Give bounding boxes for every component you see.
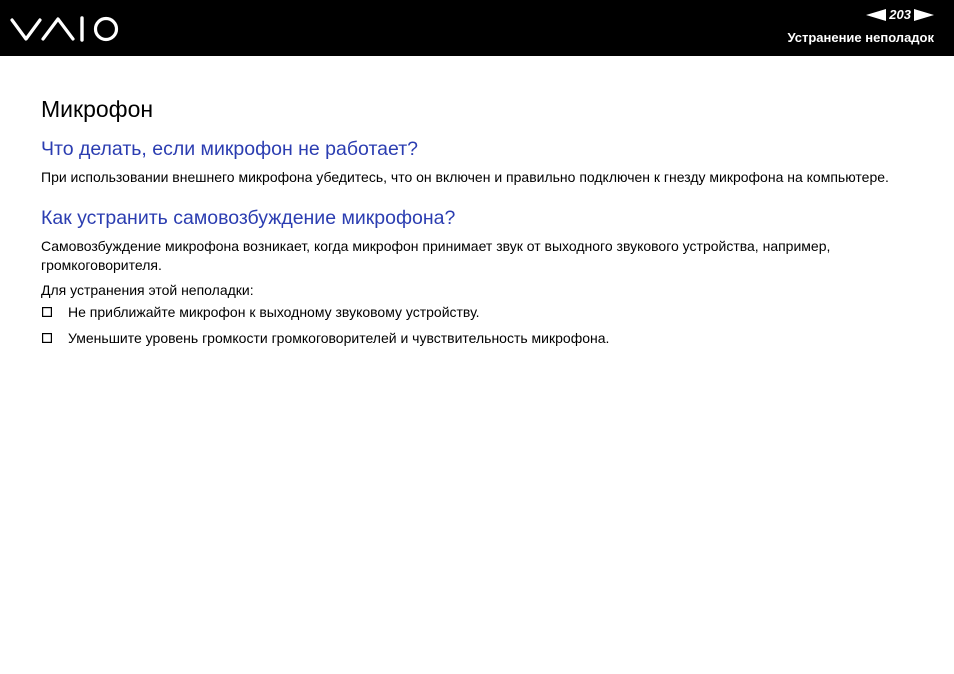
list-item: Уменьшите уровень громкости громкоговори… [41,329,921,349]
page-header: 203 Устранение неполадок [0,0,954,56]
checkbox-bullet-icon [42,332,52,343]
answer-paragraph: Для устранения этой неполадки: [41,281,254,298]
question-heading: Как устранить самовозбуждение микрофона? [41,206,456,229]
page-number: 203 [889,7,911,22]
answer-paragraph: При использовании внешнего микрофона убе… [41,169,889,185]
arrow-left-icon[interactable] [866,9,887,21]
answer-paragraph: Самовозбуждение микрофона возникает, ког… [41,237,831,274]
tips-list: Не приближайте микрофон к выходному звук… [41,303,921,348]
page-title: Микрофон [41,96,154,122]
vaio-logo [10,16,119,42]
checkbox-bullet-icon [42,307,52,317]
arrow-right-icon[interactable] [914,9,934,21]
section-label: Устранение неполадок [787,30,934,45]
pager: 203 [866,7,934,23]
list-item: Не приближайте микрофон к выходному звук… [41,303,921,323]
list-item-text: Не приближайте микрофон к выходному звук… [68,304,480,320]
list-item-text: Уменьшите уровень громкости громкоговори… [68,329,610,346]
question-heading: Что делать, если микрофон не работает? [41,138,418,160]
page-content: Микрофон Что делать, если микрофон не ра… [41,94,921,354]
